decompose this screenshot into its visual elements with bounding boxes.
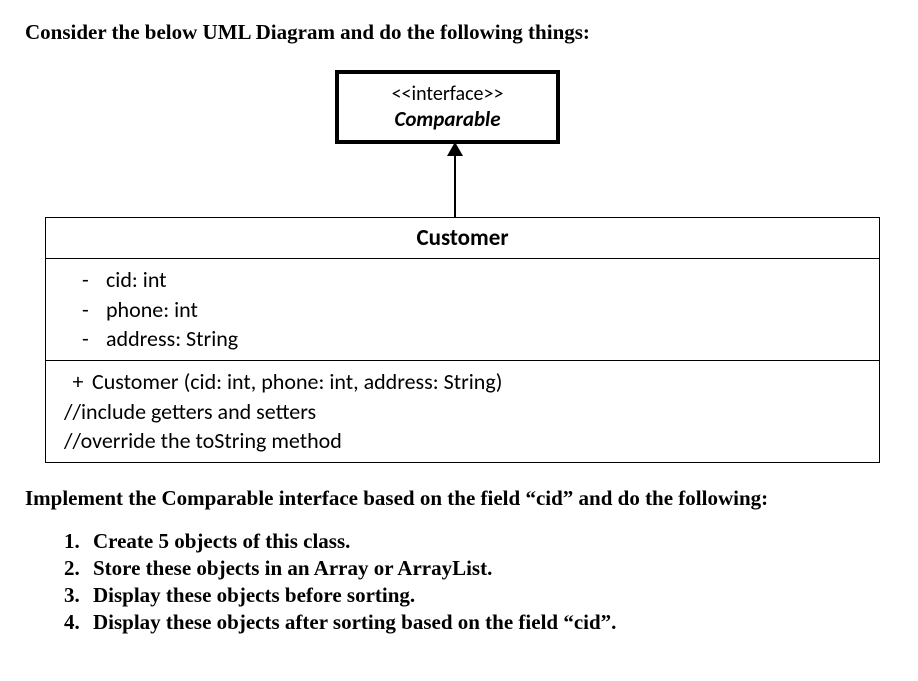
task-item: Display these objects before sorting. <box>85 583 893 608</box>
comment-line: //include getters and setters <box>64 397 861 427</box>
visibility-marker: - <box>76 295 106 325</box>
comment-line: //override the toString method <box>64 426 861 456</box>
visibility-marker: - <box>76 265 106 295</box>
operation-text: Customer (cid: int, phone: int, address:… <box>92 368 502 395</box>
instruction-heading: Consider the below UML Diagram and do th… <box>25 20 893 45</box>
attribute-text: cid: int <box>106 265 167 295</box>
arrow-line-icon <box>454 152 456 217</box>
attributes-compartment: - cid: int - phone: int - address: Strin… <box>46 259 879 361</box>
realization-arrow <box>445 142 465 217</box>
attribute-text: address: String <box>106 324 238 354</box>
interface-stereotype: <<interface>> <box>349 82 546 106</box>
task-item: Store these objects in an Array or Array… <box>85 556 893 581</box>
interface-name: Comparable <box>349 106 546 132</box>
task-item: Create 5 objects of this class. <box>85 529 893 554</box>
visibility-marker: + <box>64 367 92 397</box>
attribute-row: - phone: int <box>76 295 859 325</box>
interface-box: <<interface>> Comparable <box>335 70 560 144</box>
uml-diagram: <<interface>> Comparable Customer - cid:… <box>25 60 893 480</box>
implement-instruction: Implement the Comparable interface based… <box>25 486 893 511</box>
attribute-text: phone: int <box>106 295 198 325</box>
operation-row: +Customer (cid: int, phone: int, address… <box>64 367 861 397</box>
operations-compartment: +Customer (cid: int, phone: int, address… <box>46 361 879 462</box>
class-name: Customer <box>46 218 879 259</box>
visibility-marker: - <box>76 324 106 354</box>
task-item: Display these objects after sorting base… <box>85 610 893 635</box>
class-box: Customer - cid: int - phone: int - addre… <box>45 217 880 463</box>
attribute-row: - cid: int <box>76 265 859 295</box>
task-list: Create 5 objects of this class. Store th… <box>25 529 893 635</box>
attribute-row: - address: String <box>76 324 859 354</box>
